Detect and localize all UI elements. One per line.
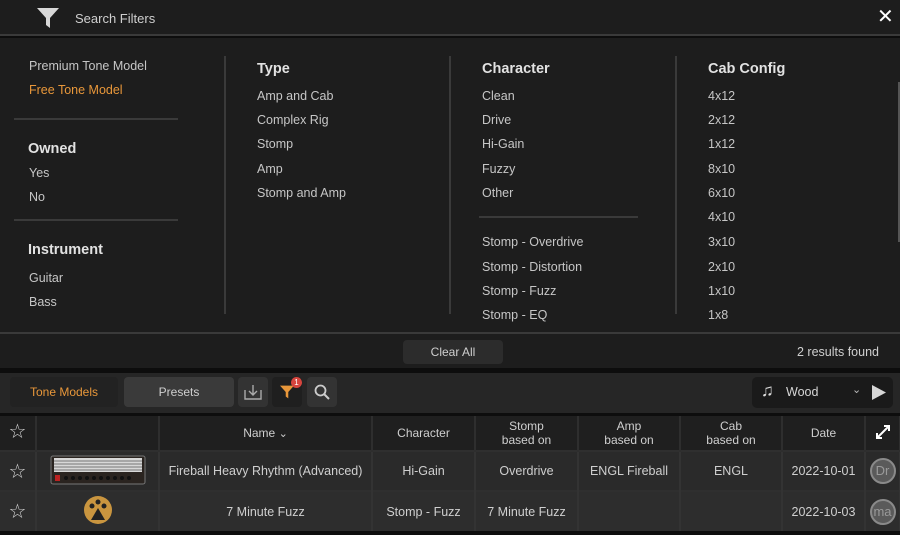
search-button[interactable]	[307, 377, 337, 407]
filter-panel: Premium Tone Model Free Tone Model Owned…	[0, 38, 900, 332]
play-icon[interactable]	[872, 385, 886, 400]
row-stomp: 7 Minute Fuzz	[475, 490, 579, 531]
import-button[interactable]	[238, 377, 268, 407]
filter-stomp-item[interactable]: Stomp - EQ	[482, 308, 547, 322]
cab-column-header[interactable]: Cab based on	[680, 416, 783, 451]
preview-source-select[interactable]: ♫ Wood ⌄	[752, 377, 893, 408]
row-name: 7 Minute Fuzz	[159, 490, 373, 531]
filter-bass[interactable]: Bass	[29, 295, 57, 309]
filter-cab-item[interactable]: 2x12	[708, 113, 735, 127]
row-character: Hi-Gain	[372, 450, 476, 491]
filter-character-item[interactable]: Clean	[482, 89, 515, 103]
row-stomp: Overdrive	[475, 450, 579, 491]
filter-count-badge: 1	[291, 377, 302, 388]
filter-cab-item[interactable]: 1x8	[708, 308, 728, 322]
name-column-header[interactable]: Name ⌄	[159, 416, 373, 451]
row-amp: ENGL Fireball	[578, 450, 681, 491]
row-character: Stomp - Fuzz	[372, 490, 476, 531]
chevron-down-icon[interactable]: ⌄	[852, 383, 861, 396]
filter-stomp-item[interactable]: Stomp - Overdrive	[482, 235, 583, 249]
filter-type-item[interactable]: Complex Rig	[257, 113, 329, 127]
filter-cab-item[interactable]: 8x10	[708, 162, 735, 176]
music-note-icon: ♫	[761, 381, 774, 400]
filter-type-item[interactable]: Stomp	[257, 137, 293, 151]
divider	[449, 56, 451, 314]
filter-cab-item[interactable]: 3x10	[708, 235, 735, 249]
filter-cab-item[interactable]: 2x10	[708, 260, 735, 274]
row-cab: ENGL	[680, 450, 783, 491]
divider	[14, 118, 178, 120]
filter-cab-item[interactable]: 1x10	[708, 284, 735, 298]
star-icon[interactable]: ☆	[9, 421, 27, 443]
amp-thumbnail	[36, 450, 160, 491]
pedal-thumbnail	[36, 490, 160, 531]
filter-owned-no[interactable]: No	[29, 190, 45, 204]
divider	[14, 219, 178, 221]
avatar[interactable]: ma	[869, 498, 896, 525]
filter-stomp-item[interactable]: Stomp - Distortion	[482, 260, 582, 274]
type-heading: Type	[257, 61, 290, 77]
star-icon[interactable]: ☆	[9, 461, 27, 483]
filter-guitar[interactable]: Guitar	[29, 271, 63, 285]
star-icon[interactable]: ☆	[9, 501, 27, 523]
amp-column-header[interactable]: Amp based on	[578, 416, 681, 451]
character-column-header[interactable]: Character	[372, 416, 476, 451]
owned-heading: Owned	[28, 141, 77, 157]
filter-premium-tone-model[interactable]: Premium Tone Model	[29, 59, 147, 73]
filter-character-item[interactable]: Drive	[482, 113, 511, 127]
filter-type-item[interactable]: Amp	[257, 162, 283, 176]
avatar[interactable]: Dr	[869, 458, 896, 484]
filter-stomp-item[interactable]: Stomp - Fuzz	[482, 284, 556, 298]
divider	[224, 56, 226, 314]
character-heading: Character	[482, 61, 550, 77]
filter-owned-yes[interactable]: Yes	[29, 166, 49, 180]
divider	[675, 56, 677, 314]
tab-presets[interactable]: Presets	[124, 377, 234, 407]
row-date: 2022-10-03	[782, 490, 866, 531]
cab-config-heading: Cab Config	[708, 61, 786, 77]
filter-type-item[interactable]: Stomp and Amp	[257, 186, 346, 200]
filter-header: Search Filters ✕	[0, 0, 900, 36]
filter-free-tone-model[interactable]: Free Tone Model	[29, 83, 123, 97]
results-count: 2 results found	[797, 345, 879, 359]
filter-character-item[interactable]: Fuzzy	[482, 162, 515, 176]
download-icon	[244, 385, 262, 400]
close-icon[interactable]: ✕	[877, 7, 894, 27]
image-column-header	[36, 416, 160, 451]
table-row[interactable]: ☆ 7 Minute Fuzz Stomp - Fuzz 7 Minute Fu…	[0, 490, 900, 531]
filter-character-item[interactable]: Hi-Gain	[482, 137, 524, 151]
filter-cab-item[interactable]: 6x10	[708, 186, 735, 200]
instrument-heading: Instrument	[28, 242, 103, 258]
filter-cab-item[interactable]: 4x12	[708, 89, 735, 103]
filter-type-item[interactable]: Amp and Cab	[257, 89, 333, 103]
search-icon	[314, 384, 330, 400]
row-name: Fireball Heavy Rhythm (Advanced)	[159, 450, 373, 491]
funnel-icon	[280, 385, 294, 399]
expand-icon[interactable]	[865, 416, 900, 451]
tab-tone-models[interactable]: Tone Models	[10, 377, 118, 407]
filter-footer: Clear All 2 results found	[0, 332, 900, 368]
favorite-column-header[interactable]: ☆	[0, 416, 37, 451]
divider	[479, 216, 638, 218]
filter-cab-item[interactable]: 4x10	[708, 210, 735, 224]
results-table: ☆ Name ⌄ Character Stomp based on Amp base…	[0, 416, 900, 531]
stomp-column-header[interactable]: Stomp based on	[475, 416, 579, 451]
row-cab	[680, 490, 783, 531]
filter-cab-item[interactable]: 1x12	[708, 137, 735, 151]
chevron-down-icon: ⌄	[278, 427, 288, 440]
row-amp	[578, 490, 681, 531]
filter-character-item[interactable]: Other	[482, 186, 513, 200]
header-title: Search Filters	[75, 11, 156, 26]
funnel-icon	[37, 8, 59, 28]
preview-source-value: Wood	[786, 385, 819, 399]
row-date: 2022-10-01	[782, 450, 866, 491]
clear-all-button[interactable]: Clear All	[403, 340, 503, 364]
table-header: ☆ Name ⌄ Character Stomp based on Amp base…	[0, 416, 900, 451]
table-row[interactable]: ☆ Fireball Heavy Rhythm (Advanced) Hi-Ga…	[0, 450, 900, 491]
date-column-header[interactable]: Date	[782, 416, 866, 451]
